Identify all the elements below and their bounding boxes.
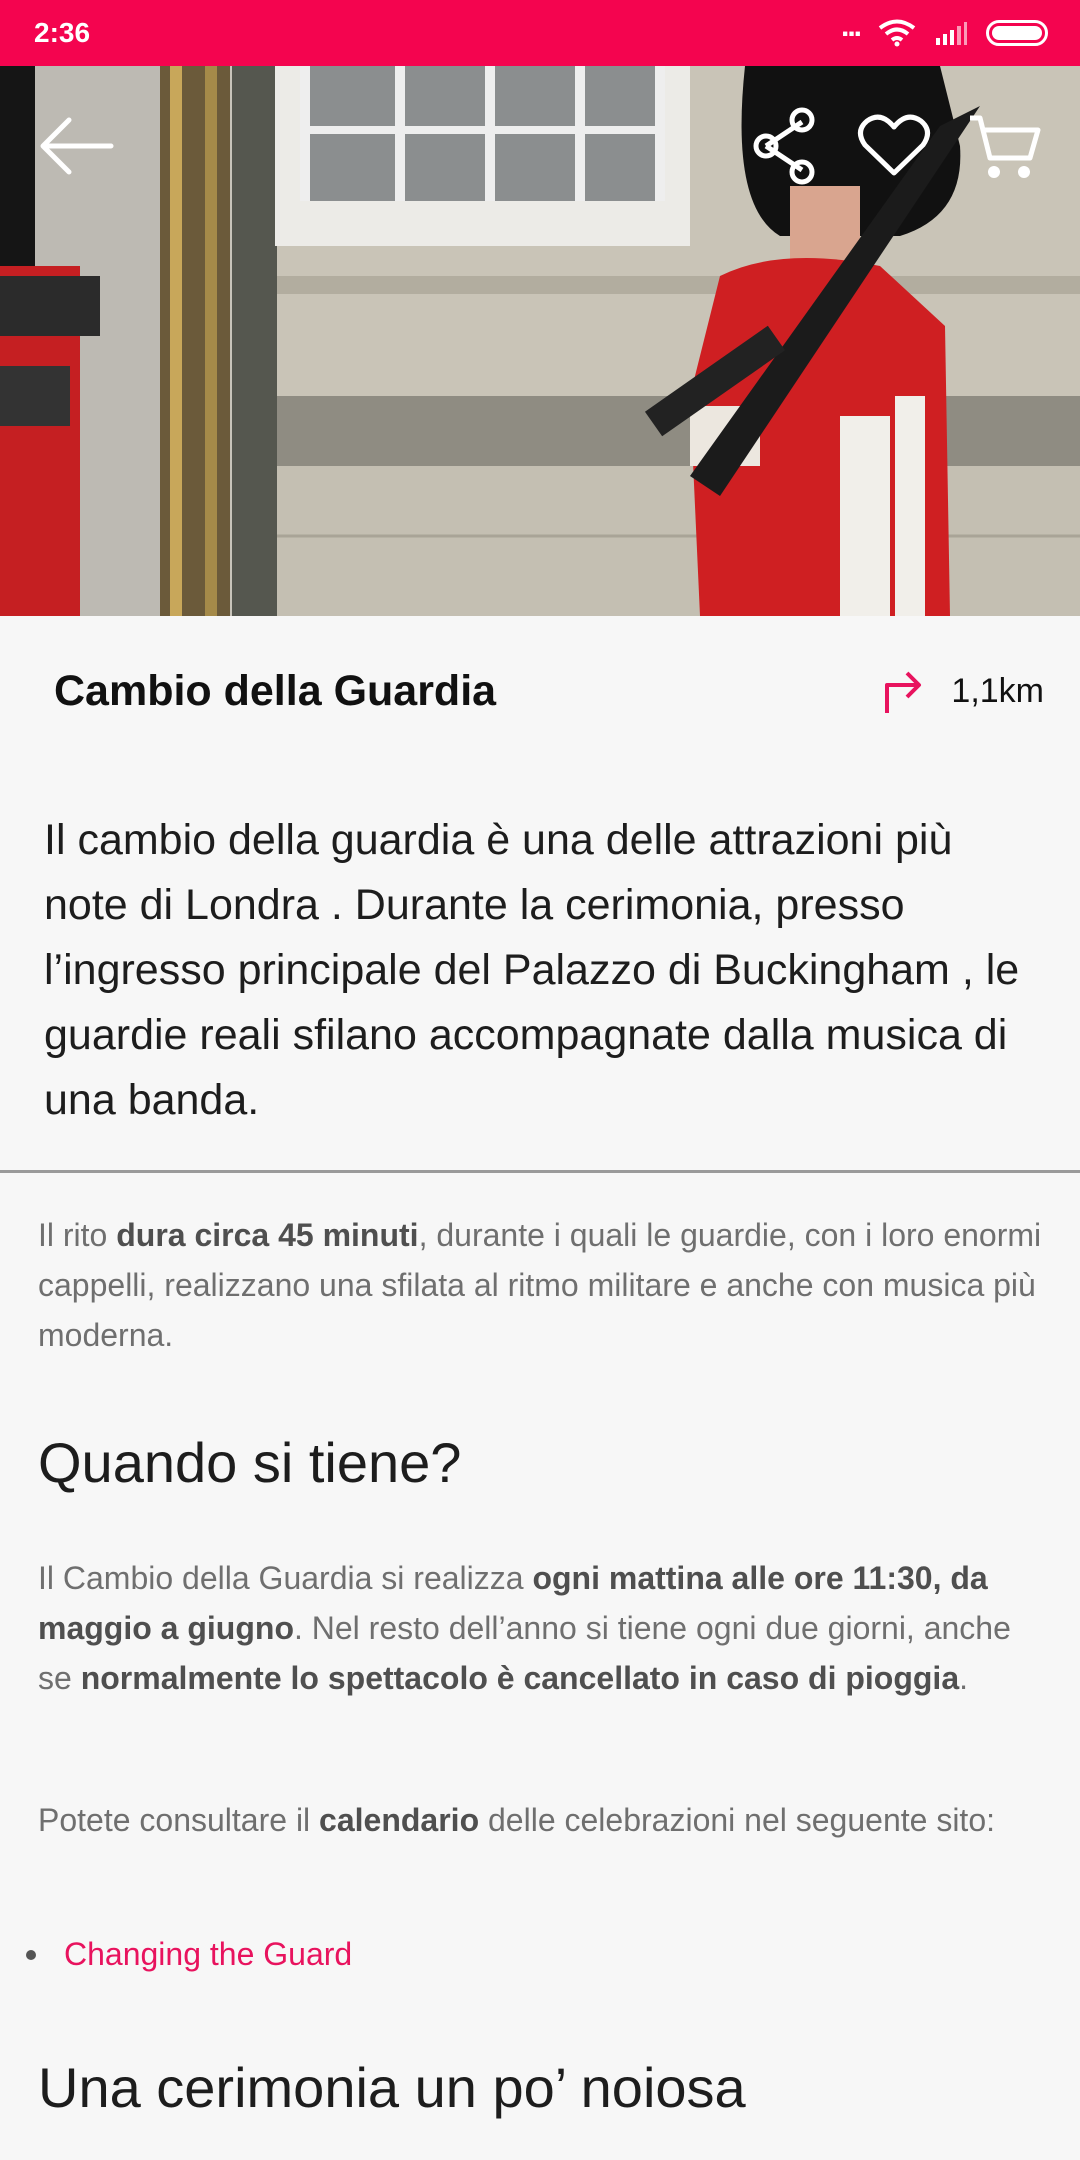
share-button[interactable] xyxy=(742,104,826,188)
favorite-button[interactable] xyxy=(852,104,936,188)
distance-label: 1,1km xyxy=(951,671,1044,710)
list-item: Changing the Guard xyxy=(26,1936,352,1973)
share-icon xyxy=(753,107,815,185)
battery-icon xyxy=(986,20,1048,46)
calendar-paragraph: Potete consultare il calendario delle ce… xyxy=(38,1802,995,1838)
duration-paragraph: Il rito dura circa 45 minuti, durante i … xyxy=(38,1217,1042,1353)
lead-paragraph: Il cambio della guardia è una delle attr… xyxy=(44,816,1020,1124)
page-title: Cambio della Guardia xyxy=(54,666,497,715)
changing-the-guard-link[interactable]: Changing the Guard xyxy=(64,1936,352,1973)
section-heading-boring: Una cerimonia un po’ noiosa xyxy=(38,2056,746,2119)
schedule-paragraph: Il Cambio della Guardia si realizza ogni… xyxy=(38,1560,1011,1696)
bullet-dot xyxy=(26,1949,36,1960)
signal-icon xyxy=(936,22,967,45)
section-heading-when: Quando si tiene? xyxy=(38,1431,462,1494)
back-button[interactable] xyxy=(34,104,118,188)
turn-right-icon xyxy=(885,671,922,713)
wifi-icon xyxy=(878,19,916,47)
arrow-left-icon xyxy=(40,117,114,175)
title-row: Cambio della Guardia 1,1km xyxy=(0,616,1080,766)
status-bar: 2:36 ... xyxy=(0,0,1080,66)
divider xyxy=(0,1170,1080,1173)
notification-dots: ... xyxy=(840,10,862,43)
hero-image xyxy=(0,66,1080,616)
cart-icon xyxy=(970,115,1041,178)
cart-button[interactable] xyxy=(962,104,1046,188)
heart-icon xyxy=(858,114,930,176)
status-time: 2:36 xyxy=(34,17,91,48)
directions-button[interactable]: 1,1km xyxy=(881,667,1044,715)
status-icons: ... xyxy=(841,10,1048,47)
